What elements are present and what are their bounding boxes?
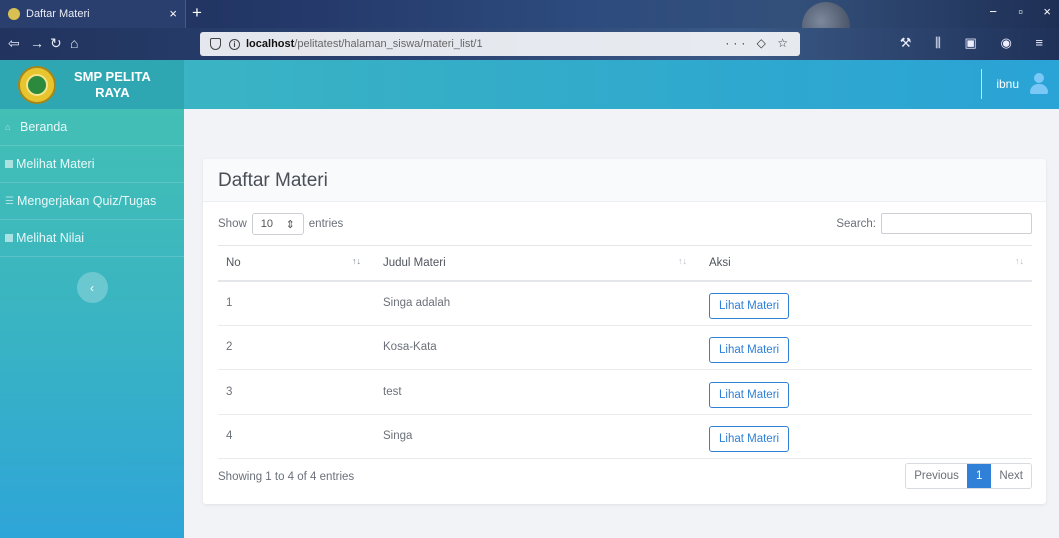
- sort-icon: ↑↓: [352, 256, 361, 266]
- cell-judul: test: [369, 369, 695, 415]
- cell-no: 2: [218, 325, 369, 370]
- sidebar-item-melihat-materi[interactable]: Melihat Materi: [0, 146, 184, 183]
- browser-nav-bar: ⇦ → ↻ ⌂ i localhost /pelitatest/halaman_…: [0, 28, 1059, 60]
- materi-table: No ↑↓ Judul Materi ↑↓ Aksi ↑↓ 1 Singa ad…: [218, 245, 1032, 459]
- sidebar-toggle-button[interactable]: ‹: [76, 272, 108, 303]
- table-controls: Show 10 ⇕ entries Search:: [203, 202, 1046, 240]
- reload-icon[interactable]: ↻: [50, 35, 62, 52]
- table-row: 4 Singa Lihat Materi: [218, 414, 1032, 459]
- sidebar-item-beranda[interactable]: ⌂ Beranda: [0, 109, 184, 146]
- brand[interactable]: SMP PELITA RAYA: [0, 60, 184, 109]
- select-arrows-icon: ⇕: [285, 218, 295, 231]
- list-icon: ☰: [5, 195, 14, 207]
- url-bar[interactable]: i localhost /pelitatest/halaman_siswa/ma…: [200, 32, 800, 56]
- previous-button[interactable]: Previous: [906, 464, 967, 488]
- forward-icon[interactable]: →: [30, 35, 44, 51]
- school-logo-icon: [18, 65, 56, 104]
- sidebar-item-label: Mengerjakan Quiz/Tugas: [17, 194, 157, 208]
- entries-value: 10: [260, 218, 274, 230]
- column-header-judul[interactable]: Judul Materi ↑↓: [369, 245, 695, 282]
- table-row: 2 Kosa-Kata Lihat Materi: [218, 325, 1032, 370]
- url-path: /pelitatest/halaman_siswa/materi_list/1: [294, 38, 483, 50]
- brand-line1: SMP PELITA: [74, 68, 151, 84]
- card-header: Daftar Materi: [203, 159, 1046, 202]
- cell-judul: Singa adalah: [369, 280, 695, 326]
- sidebar-item-label: Melihat Nilai: [16, 231, 85, 245]
- url-host: localhost: [246, 38, 295, 50]
- browser-tab[interactable]: Daftar Materi ×: [0, 0, 186, 28]
- sidebar-item-melihat-nilai[interactable]: Melihat Nilai: [0, 220, 184, 257]
- home-icon: ⌂: [5, 122, 11, 132]
- page-1-button[interactable]: 1: [966, 464, 992, 488]
- brand-line2: RAYA: [95, 84, 130, 100]
- table-row: 1 Singa adalah Lihat Materi: [218, 280, 1032, 326]
- cell-aksi: Lihat Materi: [695, 369, 1032, 415]
- square-icon: [5, 160, 13, 168]
- cell-judul: Singa: [369, 414, 695, 459]
- show-label: Show: [218, 218, 247, 230]
- cell-no: 4: [218, 414, 369, 459]
- lihat-materi-button[interactable]: Lihat Materi: [709, 293, 790, 319]
- username: ibnu: [996, 77, 1019, 91]
- cell-no: 1: [218, 280, 369, 326]
- lihat-materi-button[interactable]: Lihat Materi: [709, 426, 790, 453]
- search-label: Search:: [836, 217, 876, 230]
- cell-aksi: Lihat Materi: [695, 325, 1032, 370]
- tab-title: Daftar Materi: [26, 8, 90, 20]
- table-row: 3 test Lihat Materi: [218, 369, 1032, 415]
- pagination: Previous 1 Next: [905, 463, 1032, 489]
- back-icon[interactable]: ⇦: [8, 35, 20, 52]
- entries-select[interactable]: 10 ⇕: [251, 213, 304, 235]
- search-input[interactable]: [881, 213, 1032, 234]
- sort-icon: ↑↓: [678, 256, 687, 266]
- cell-aksi: Lihat Materi: [695, 414, 1032, 459]
- column-label: Judul Materi: [383, 256, 446, 269]
- window-close-icon[interactable]: ×: [1043, 4, 1051, 19]
- page-title: Daftar Materi: [218, 170, 328, 191]
- minimize-icon[interactable]: −: [989, 4, 997, 19]
- sidebar-item-label: Melihat Materi: [16, 157, 95, 171]
- next-button[interactable]: Next: [991, 464, 1031, 488]
- sort-icon: ↑↓: [1015, 256, 1024, 266]
- browser-tab-bar: Daftar Materi × + − ▫ ×: [0, 0, 1059, 50]
- sidebar-item-label: Beranda: [20, 120, 68, 134]
- page-actions-icons[interactable]: ··· ◇ ☆: [725, 36, 792, 50]
- user-menu[interactable]: ibnu: [981, 68, 1049, 100]
- lihat-materi-button[interactable]: Lihat Materi: [709, 381, 790, 408]
- square-icon: [5, 234, 13, 242]
- column-label: Aksi: [709, 256, 731, 269]
- entries-length: Show 10 ⇕ entries: [218, 213, 343, 235]
- cell-no: 3: [218, 369, 369, 415]
- info-icon[interactable]: i: [229, 38, 240, 50]
- sidebar: ⌂ Beranda Melihat Materi ☰ Mengerjakan Q…: [0, 109, 184, 538]
- column-label: No: [226, 256, 241, 269]
- chevron-left-icon: ‹: [90, 280, 94, 295]
- toolbar-icons[interactable]: ⚒ ⫼ ▣ ◉ ≡: [900, 35, 1053, 51]
- cell-judul: Kosa-Kata: [369, 325, 695, 370]
- search-area: Search:: [836, 213, 1032, 234]
- column-header-no[interactable]: No ↑↓: [218, 245, 369, 282]
- tab-close-icon[interactable]: ×: [169, 6, 177, 21]
- brand-text: SMP PELITA RAYA: [74, 69, 151, 101]
- user-avatar-icon: [1029, 73, 1049, 95]
- sidebar-item-quiz-tugas[interactable]: ☰ Mengerjakan Quiz/Tugas: [0, 183, 184, 220]
- materi-card: Daftar Materi Show 10 ⇕ entries Search: …: [203, 159, 1046, 504]
- entries-label: entries: [308, 218, 344, 230]
- shield-icon[interactable]: [210, 38, 221, 50]
- table-header-row: No ↑↓ Judul Materi ↑↓ Aksi ↑↓: [218, 245, 1032, 282]
- header-divider: [981, 69, 983, 99]
- cell-aksi: Lihat Materi: [695, 280, 1032, 326]
- lihat-materi-button[interactable]: Lihat Materi: [709, 337, 790, 364]
- column-header-aksi[interactable]: Aksi ↑↓: [695, 245, 1032, 282]
- maximize-icon[interactable]: ▫: [1018, 4, 1023, 19]
- new-tab-button[interactable]: +: [192, 3, 202, 23]
- favicon-icon: [8, 8, 20, 20]
- table-info: Showing 1 to 4 of 4 entries: [218, 471, 355, 483]
- home-icon[interactable]: ⌂: [70, 35, 78, 51]
